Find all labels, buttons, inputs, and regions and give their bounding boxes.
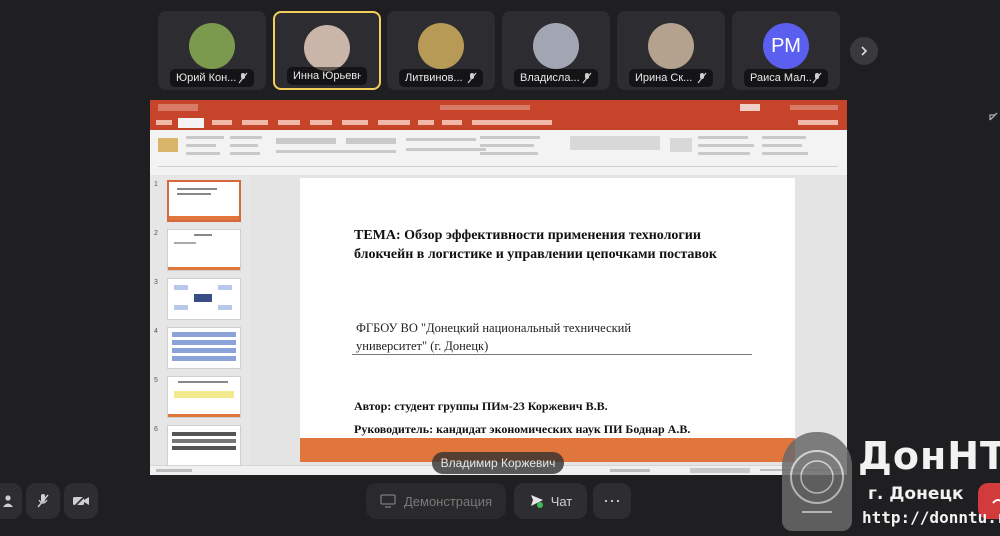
participant-tile-2[interactable]: Инна Юрьевн... [273, 11, 381, 90]
mic-off-icon [37, 494, 49, 508]
slide-thumbnail-6[interactable] [167, 425, 241, 467]
screen-share-icon [380, 494, 396, 508]
slide-thumbnail-4[interactable] [167, 327, 241, 369]
participant-nameplate: Раиса Мал... [744, 69, 828, 87]
watermark-city: г. Донецк [868, 484, 964, 504]
slide-title: ТЕМА: Обзор эффективности применения тех… [354, 228, 717, 262]
mic-off-icon [467, 72, 477, 84]
participant-tile-5[interactable]: Ирина Ск... [617, 11, 725, 90]
current-slide: ТЕМА: Обзор эффективности применения тех… [300, 178, 795, 462]
slide-thumbnail-3[interactable] [167, 278, 241, 320]
shared-screen: 1 2 3 4 5 6 ТЕМА: Обзор эффективности пр… [150, 100, 847, 475]
participant-tile-4[interactable]: Владисла... [502, 11, 610, 90]
participant-name: Владисла... [520, 72, 580, 84]
participant-name: Инна Юрьевн... [293, 70, 361, 82]
slide-divider [352, 354, 752, 355]
screen-share-button[interactable]: Демонстрация [366, 483, 506, 519]
avatar [418, 23, 464, 69]
slide-thumbnails-panel: 1 2 3 4 5 6 [150, 175, 250, 467]
avatar [533, 23, 579, 69]
chat-button[interactable]: Чат [514, 483, 587, 519]
collapse-icon[interactable] [988, 110, 1000, 122]
next-participants-button[interactable] [850, 37, 878, 65]
participant-tile-1[interactable]: Юрий Кон... [158, 11, 266, 90]
participant-name: Литвинов... [405, 72, 463, 84]
watermark-title: ДонНТУ [858, 434, 1000, 478]
thumbnail-number: 5 [154, 377, 158, 384]
slide-organization: ФГБОУ ВО "Донецкий национальный техничес… [356, 321, 632, 353]
slide-thumbnail-1[interactable] [167, 180, 241, 222]
thumbnail-number: 6 [154, 426, 158, 433]
participant-nameplate: Инна Юрьевн... [287, 67, 367, 85]
slide-thumbnail-2[interactable] [167, 229, 241, 271]
avatar-initials: РМ [763, 23, 809, 69]
ppt-ribbon-tabs [150, 116, 847, 130]
people-icon [3, 495, 13, 507]
presenter-name-label: Владимир Коржевич [432, 452, 564, 474]
mic-off-icon [582, 72, 592, 84]
thumbnail-number: 2 [154, 230, 158, 237]
camera-button[interactable] [64, 483, 98, 519]
avatar [304, 25, 350, 71]
participant-tile-3[interactable]: Литвинов... [387, 11, 495, 90]
camera-off-icon [73, 494, 89, 508]
avatar [189, 23, 235, 69]
participant-nameplate: Литвинов... [399, 69, 483, 87]
thumbnail-number: 4 [154, 328, 158, 335]
participant-nameplate: Владисла... [514, 69, 598, 87]
chat-icon [530, 495, 543, 508]
slide-thumbnail-5[interactable] [167, 376, 241, 418]
participant-name: Раиса Мал... [750, 72, 812, 84]
watermark-url: http://donntu.ru [862, 508, 1000, 527]
chat-label: Чат [550, 493, 573, 509]
ppt-ribbon [150, 130, 847, 176]
participant-name: Юрий Кон... [176, 72, 237, 84]
ppt-titlebar [150, 100, 847, 116]
mic-off-icon [697, 72, 707, 84]
slide-author: Автор: студент группы ПИм-23 Коржевич В.… [354, 399, 608, 413]
mic-off-icon [812, 72, 822, 84]
participants-button[interactable] [0, 483, 22, 519]
screen-share-label: Демонстрация [403, 493, 493, 509]
mic-off-icon [238, 72, 248, 84]
slide-supervisor: Руководитель: кандидат экономических нау… [354, 422, 691, 436]
participant-name: Ирина Ск... [635, 72, 693, 84]
more-icon: ⋯ [603, 490, 621, 511]
chevron-right-icon [861, 46, 868, 56]
donntu-watermark: ДонНТУ г. Донецк http://donntu.ru [782, 432, 1000, 531]
thumbnail-number: 3 [154, 279, 158, 286]
thumbnail-number: 1 [154, 181, 158, 188]
avatar [648, 23, 694, 69]
more-button[interactable]: ⋯ [593, 483, 631, 519]
donntu-logo [782, 432, 852, 531]
mic-button[interactable] [26, 483, 60, 519]
participant-tile-6[interactable]: РМ Раиса Мал... [732, 11, 840, 90]
emblem-icon [790, 450, 844, 513]
participant-nameplate: Юрий Кон... [170, 69, 254, 87]
participant-nameplate: Ирина Ск... [629, 69, 713, 87]
